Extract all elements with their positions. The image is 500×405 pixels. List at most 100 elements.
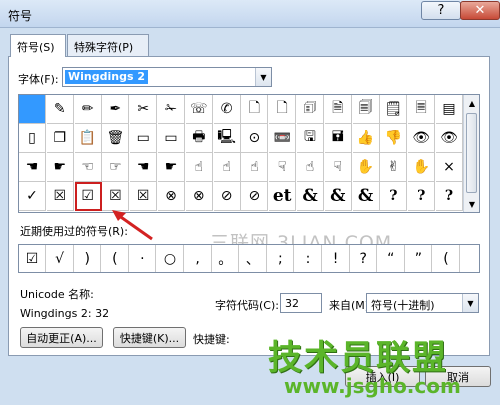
recent-symbol-cell[interactable]: ” bbox=[405, 245, 433, 272]
symbol-cell[interactable]: 🗊 bbox=[297, 95, 324, 124]
symbol-cell[interactable]: × bbox=[436, 153, 463, 182]
grid-scrollbar[interactable]: ▲ ▼ bbox=[463, 95, 479, 212]
recent-symbol-cell[interactable]: ( bbox=[433, 245, 460, 272]
symbol-cell[interactable]: ⊗ bbox=[158, 182, 185, 211]
recent-symbol-cell[interactable]: · bbox=[129, 245, 157, 272]
symbol-cell[interactable]: ☟ bbox=[269, 153, 297, 182]
symbol-cell[interactable]: 🖫 bbox=[297, 124, 324, 153]
symbol-cell[interactable]: ✋ bbox=[408, 153, 436, 182]
chevron-down-icon[interactable]: ▼ bbox=[255, 68, 271, 86]
symbol-cell[interactable]: ▯ bbox=[19, 124, 46, 153]
symbol-cell[interactable]: 👁 bbox=[408, 124, 436, 153]
symbol-cell[interactable]: 🗋 bbox=[269, 95, 297, 124]
char-code-input[interactable]: 32 bbox=[280, 293, 322, 313]
symbol-cell[interactable]: & bbox=[297, 182, 324, 211]
recent-symbol-cell[interactable]: 、 bbox=[240, 245, 267, 272]
symbol-cell[interactable]: 🗐 bbox=[352, 95, 380, 124]
from-value: 符号(十进制) bbox=[371, 299, 435, 312]
symbol-cell[interactable]: ☝ bbox=[185, 153, 213, 182]
symbol-cell[interactable]: ☝ bbox=[213, 153, 241, 182]
symbol-cell[interactable]: 👎 bbox=[380, 124, 408, 153]
close-button[interactable]: ✕ bbox=[460, 1, 500, 20]
symbol-cell[interactable]: ▭ bbox=[130, 124, 158, 153]
recent-symbol-cell[interactable]: “ bbox=[378, 245, 405, 272]
symbol-cell[interactable]: ☚ bbox=[19, 153, 46, 182]
symbol-cell[interactable]: ? bbox=[408, 182, 436, 211]
symbol-cell[interactable]: ☝ bbox=[297, 153, 324, 182]
symbol-cell[interactable]: ▤ bbox=[436, 95, 463, 124]
symbol-cell[interactable]: 👁 bbox=[436, 124, 463, 153]
symbol-cell[interactable]: ☛ bbox=[158, 153, 185, 182]
recent-symbol-cell[interactable]: ☑ bbox=[19, 245, 46, 272]
tab-symbols[interactable]: 符号(S) bbox=[10, 34, 66, 57]
symbol-cell[interactable]: ✆ bbox=[213, 95, 241, 124]
symbol-cell[interactable]: 👍 bbox=[352, 124, 380, 153]
brand-url-text: www.jsgho.com bbox=[284, 374, 461, 398]
symbol-cell[interactable]: ☒ bbox=[46, 182, 74, 211]
char-code-label: 字符代码(C): bbox=[215, 299, 279, 312]
symbol-cell[interactable]: ⊘ bbox=[213, 182, 241, 211]
symbol-cell[interactable]: ⊙ bbox=[241, 124, 269, 153]
symbol-cell[interactable]: ⊗ bbox=[185, 182, 213, 211]
help-button[interactable]: ? bbox=[421, 1, 461, 20]
font-dropdown[interactable]: Wingdings 2 ▼ bbox=[62, 67, 272, 87]
symbol-cell[interactable]: et bbox=[269, 182, 297, 211]
symbol-cell[interactable]: 🖬 bbox=[324, 124, 352, 153]
symbol-cell[interactable]: ☑ bbox=[74, 182, 102, 211]
recent-symbol-cell[interactable]: : bbox=[295, 245, 322, 272]
recent-symbol-cell[interactable]: ? bbox=[350, 245, 378, 272]
symbol-cell[interactable]: ✎ bbox=[46, 95, 74, 124]
symbol-cell[interactable]: ☟ bbox=[324, 153, 352, 182]
symbol-cell[interactable]: ✒ bbox=[102, 95, 130, 124]
recent-symbol-cell[interactable]: √ bbox=[47, 245, 74, 272]
symbol-cell[interactable]: ✓ bbox=[19, 182, 46, 211]
scroll-up-icon[interactable]: ▲ bbox=[464, 95, 480, 111]
symbol-cell[interactable]: 📼 bbox=[269, 124, 297, 153]
symbol-cell[interactable]: 🗏 bbox=[408, 95, 436, 124]
symbol-cell[interactable]: 🖶 bbox=[185, 124, 213, 153]
symbol-cell[interactable]: ❐ bbox=[46, 124, 74, 153]
symbol-cell[interactable]: ✂ bbox=[130, 95, 158, 124]
autocorrect-button[interactable]: 自动更正(A)... bbox=[20, 327, 103, 348]
symbol-cell[interactable]: 🗒 bbox=[380, 95, 408, 124]
symbol-cell[interactable]: ⊘ bbox=[241, 182, 269, 211]
symbol-cell[interactable]: ☝ bbox=[241, 153, 269, 182]
recent-symbols-label: 近期使用过的符号(R): bbox=[20, 225, 128, 238]
recent-symbol-cell[interactable]: ( bbox=[102, 245, 129, 272]
symbol-cell[interactable]: ? bbox=[380, 182, 408, 211]
symbol-cell[interactable]: ▭ bbox=[158, 124, 185, 153]
symbol-cell[interactable]: ☞ bbox=[102, 153, 130, 182]
symbol-cell[interactable]: 📋 bbox=[74, 124, 102, 153]
symbol-cell[interactable]: ✋ bbox=[352, 153, 380, 182]
symbol-cell[interactable]: ☚ bbox=[130, 153, 158, 182]
tab-special-characters[interactable]: 特殊字符(P) bbox=[67, 34, 149, 56]
symbol-cell[interactable]: & bbox=[352, 182, 380, 211]
symbol-cell[interactable]: ☜ bbox=[74, 153, 102, 182]
from-dropdown[interactable]: 符号(十进制) ▼ bbox=[366, 293, 479, 313]
unicode-name-value: Wingdings 2: 32 bbox=[20, 307, 110, 320]
scroll-down-icon[interactable]: ▼ bbox=[464, 196, 480, 212]
scroll-thumb[interactable] bbox=[466, 113, 477, 193]
symbol-cell[interactable]: ✌ bbox=[380, 153, 408, 182]
symbol-cell[interactable]: 🖳 bbox=[213, 124, 241, 153]
chevron-down-icon[interactable]: ▼ bbox=[462, 294, 478, 312]
symbol-cell[interactable]: ✏ bbox=[74, 95, 102, 124]
recent-symbol-cell[interactable]: , bbox=[185, 245, 212, 272]
recent-symbol-cell[interactable]: 。 bbox=[212, 245, 240, 272]
symbol-cell[interactable]: ✁ bbox=[158, 95, 185, 124]
brand-logo: 技术员联盟 www.jsgho.com bbox=[258, 330, 480, 405]
shortcut-key-button[interactable]: 快捷键(K)... bbox=[113, 327, 186, 348]
recent-symbol-cell[interactable]: ○ bbox=[157, 245, 184, 272]
symbol-cell[interactable]: ☛ bbox=[46, 153, 74, 182]
symbol-cell[interactable]: 🗎 bbox=[324, 95, 352, 124]
symbol-cell[interactable]: ☏ bbox=[185, 95, 213, 124]
recent-symbol-cell[interactable]: ! bbox=[323, 245, 350, 272]
symbol-cell[interactable]: & bbox=[324, 182, 352, 211]
recent-symbol-cell[interactable]: ; bbox=[267, 245, 295, 272]
symbol-cell[interactable]: 🗋 bbox=[241, 95, 269, 124]
symbol-cell[interactable]: ? bbox=[436, 182, 463, 211]
symbol-cell[interactable] bbox=[19, 95, 46, 124]
recent-symbol-cell[interactable]: ) bbox=[74, 245, 102, 272]
symbol-cell[interactable]: 🗑 bbox=[102, 124, 130, 153]
font-value: Wingdings 2 bbox=[65, 70, 148, 84]
